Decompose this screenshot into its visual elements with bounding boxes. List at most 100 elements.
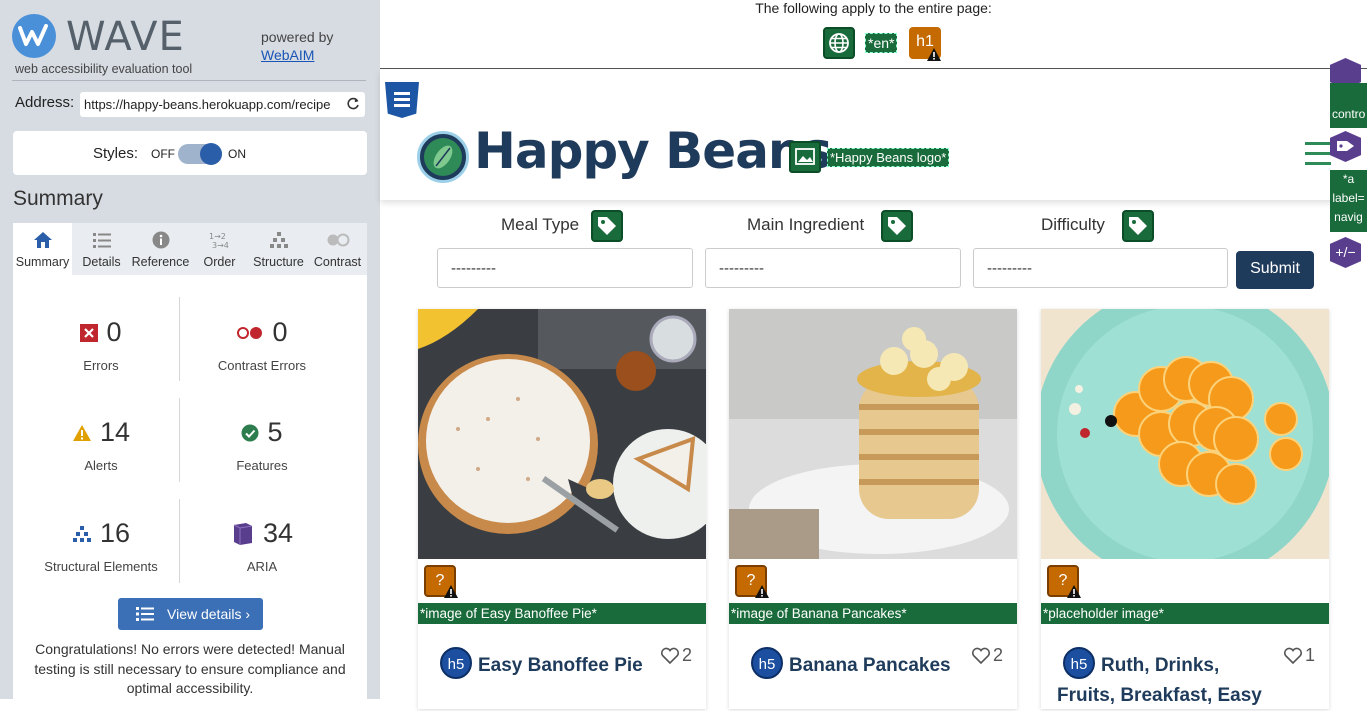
structural-stat[interactable]: 16 Structural Elements <box>18 518 184 574</box>
reload-icon[interactable] <box>346 97 360 111</box>
label-tag-icon[interactable] <box>591 210 623 242</box>
recipe-image-banoffee-pie[interactable] <box>418 309 706 559</box>
aria-stat[interactable]: 34 ARIA <box>179 518 345 574</box>
image-alt-text: *placeholder image* <box>1041 603 1329 624</box>
recipe-card[interactable]: ? *image of Easy Banoffee Pie* h5 Easy B… <box>418 309 706 709</box>
like-count[interactable]: 1 <box>1283 645 1315 666</box>
label-tag-icon[interactable] <box>881 210 913 242</box>
h5-badge[interactable]: h5 <box>751 647 783 679</box>
tab-details[interactable]: Details <box>72 223 131 275</box>
address-label: Address: <box>15 94 75 111</box>
page-level-icons: The following apply to the entire page: … <box>380 0 1367 69</box>
errors-stat[interactable]: 0 Errors <box>18 317 184 373</box>
image-alt-text: *image of Banana Pancakes* <box>729 603 1017 624</box>
tab-contrast[interactable]: Contrast <box>308 223 367 275</box>
difficulty-select[interactable]: --------- <box>973 248 1228 288</box>
recipe-card[interactable]: ? *placeholder image* h5 Ruth, Drinks, F… <box>1041 309 1329 709</box>
warning-triangle-icon <box>1067 585 1081 598</box>
label-tag-icon[interactable] <box>1122 210 1154 242</box>
view-details-button[interactable]: View details › <box>118 598 263 630</box>
errors-count: 0 <box>106 317 122 347</box>
heart-icon[interactable] <box>660 647 680 665</box>
alerts-stat[interactable]: 14 Alerts <box>18 417 184 473</box>
apply-text: The following apply to the entire page: <box>755 0 992 16</box>
css-icon[interactable] <box>385 82 419 118</box>
submit-label: Submit <box>1250 260 1300 277</box>
language-badge[interactable]: *en* <box>865 33 898 53</box>
like-count[interactable]: 2 <box>971 645 1003 666</box>
likes-value: 1 <box>1304 645 1315 665</box>
summary-panel: 0 Errors 0 Contrast Errors 14 Alerts 5 F… <box>13 275 367 699</box>
summary-heading: Summary <box>13 187 103 210</box>
tab-summary[interactable]: Summary <box>13 223 72 275</box>
recipe-card[interactable]: ? *image of Banana Pancakes* h5 Banana P… <box>729 309 1017 709</box>
recipe-title[interactable]: Ruth, Drinks, Fruits, Breakfast, Easy <box>1057 651 1262 711</box>
wave-title: WAVE <box>66 14 185 60</box>
tab-label: Order <box>203 255 236 269</box>
contrast-errors-stat[interactable]: 0 Contrast Errors <box>179 317 345 373</box>
address-input[interactable]: https://happy-beans.herokuapp.com/recipe <box>80 92 365 117</box>
heart-icon[interactable] <box>1283 647 1303 665</box>
recipe-image-placeholder[interactable] <box>1041 309 1329 559</box>
h5-badge[interactable]: h5 <box>1063 647 1095 679</box>
meal-type-select[interactable]: --------- <box>437 248 693 288</box>
select-value: --------- <box>451 260 496 277</box>
divider <box>12 80 366 81</box>
features-count: 5 <box>267 417 283 447</box>
heart-icon[interactable] <box>971 647 991 665</box>
powered-by-text: powered by <box>261 29 334 45</box>
contrast-icon <box>327 233 349 247</box>
likes-value: 2 <box>681 645 692 665</box>
submit-button[interactable]: Submit <box>1236 251 1314 289</box>
hamburger-bar <box>1305 152 1331 155</box>
heading-badge-label: h5 <box>447 656 465 673</box>
styles-off-label: OFF <box>151 147 175 161</box>
tab-reference[interactable]: Reference <box>131 223 190 275</box>
structure-icon <box>269 232 288 248</box>
linked-image-icon[interactable] <box>789 141 821 173</box>
warning-triangle-icon <box>444 585 458 598</box>
filter-label-difficulty: Difficulty <box>1041 215 1105 234</box>
wave-tabs: Summary Details Reference 1→2 3→4 Order S… <box>13 223 367 275</box>
recipe-image-banana-pancakes[interactable] <box>729 309 1017 559</box>
recipe-filters: Meal Type --------- Main Ingredient ----… <box>380 210 1367 290</box>
tab-label: Contrast <box>313 255 362 269</box>
alerts-count: 14 <box>99 417 131 447</box>
aria-controls-badge[interactable]: contro <box>1330 83 1367 128</box>
recipe-title[interactable]: Banana Pancakes <box>789 651 951 681</box>
select-value: --------- <box>719 260 764 277</box>
structure-icon <box>72 525 91 542</box>
tab-label: Structure <box>253 255 304 269</box>
info-icon <box>152 231 169 249</box>
site-logo[interactable] <box>417 131 469 183</box>
tab-label: Summary <box>15 255 70 269</box>
tab-order[interactable]: 1→2 3→4 Order <box>190 223 249 275</box>
toggle-knob <box>200 143 222 165</box>
like-count[interactable]: 2 <box>660 645 692 666</box>
hamburger-bar <box>1305 162 1331 165</box>
powered-by: powered by WebAIM <box>261 28 333 64</box>
features-stat[interactable]: 5 Features <box>179 417 345 473</box>
site-name[interactable]: Happy Beans <box>474 122 832 180</box>
wave-logo-icon <box>12 14 56 58</box>
styles-toggle[interactable] <box>178 143 222 165</box>
aria-label-icon[interactable] <box>1330 131 1361 162</box>
hamburger-menu-button[interactable] <box>1305 142 1331 166</box>
view-details-label: View details › <box>167 606 251 622</box>
h5-badge[interactable]: h5 <box>440 647 472 679</box>
filter-label-meal-type: Meal Type <box>501 215 580 234</box>
feature-check-icon <box>241 424 259 441</box>
hamburger-bar <box>1305 142 1331 145</box>
webaim-link[interactable]: WebAIM <box>261 46 333 64</box>
recipe-title[interactable]: Easy Banoffee Pie <box>478 651 643 681</box>
home-icon <box>33 232 52 248</box>
styles-label: Styles: <box>93 145 139 162</box>
main-ingredient-select[interactable]: --------- <box>705 248 961 288</box>
tab-structure[interactable]: Structure <box>249 223 308 275</box>
alert-icon <box>72 424 91 441</box>
warning-triangle-icon <box>927 48 941 61</box>
address-value: https://happy-beans.herokuapp.com/recipe <box>84 97 331 112</box>
site-header: Happy Beans *Happy Beans logo* contro *a… <box>380 58 1367 268</box>
logo-alt-text: *Happy Beans logo* <box>827 148 950 167</box>
language-globe-icon[interactable] <box>823 27 855 59</box>
